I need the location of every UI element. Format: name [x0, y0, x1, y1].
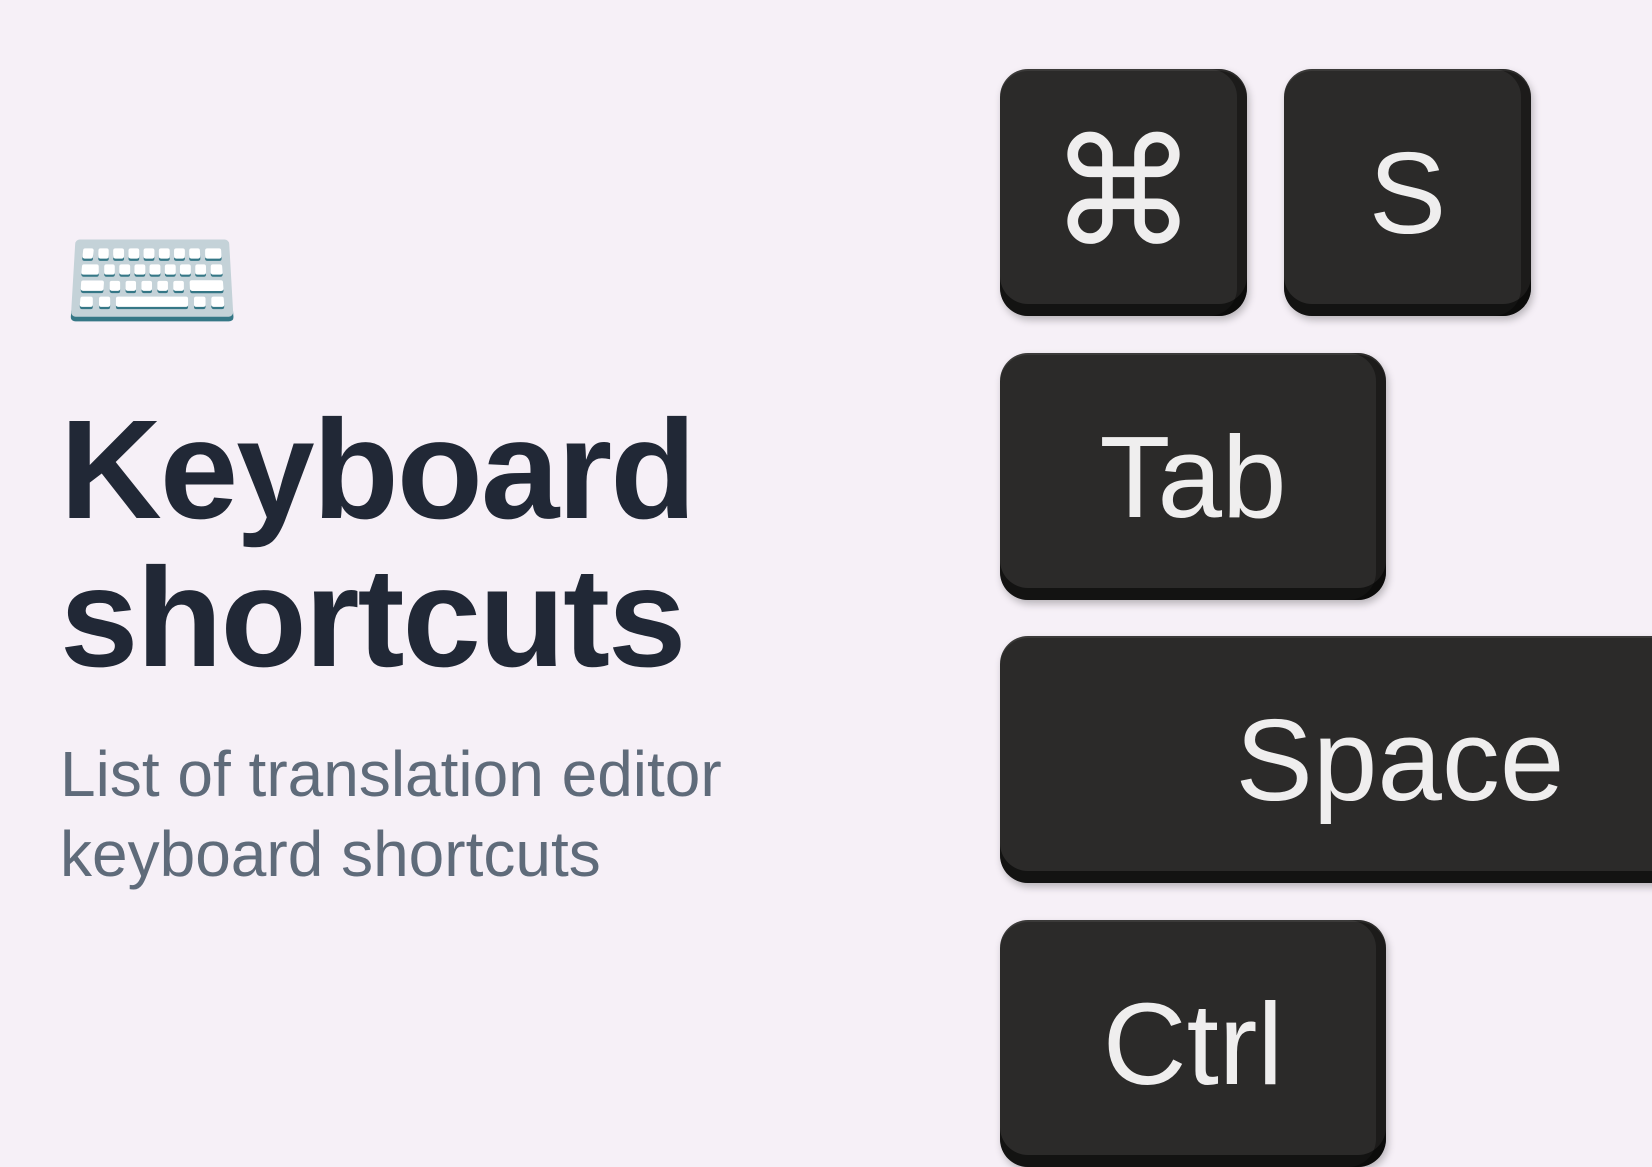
page-title: Keyboard shortcuts [60, 395, 694, 691]
subtitle-line-2: keyboard shortcuts [60, 818, 601, 890]
title-line-1: Keyboard [60, 390, 694, 548]
keyboard-icon: ⌨️ [60, 207, 244, 355]
page-subtitle: List of translation editor keyboard shor… [60, 734, 722, 894]
keycap-tab: Tab [1000, 353, 1386, 600]
keycap-space: Space [1000, 636, 1652, 883]
title-line-2: shortcuts [60, 538, 684, 696]
keycap-s: S [1284, 69, 1531, 316]
keycap-command: ⌘ [1000, 69, 1247, 316]
subtitle-line-1: List of translation editor [60, 738, 722, 810]
keycap-ctrl: Ctrl [1000, 920, 1386, 1167]
